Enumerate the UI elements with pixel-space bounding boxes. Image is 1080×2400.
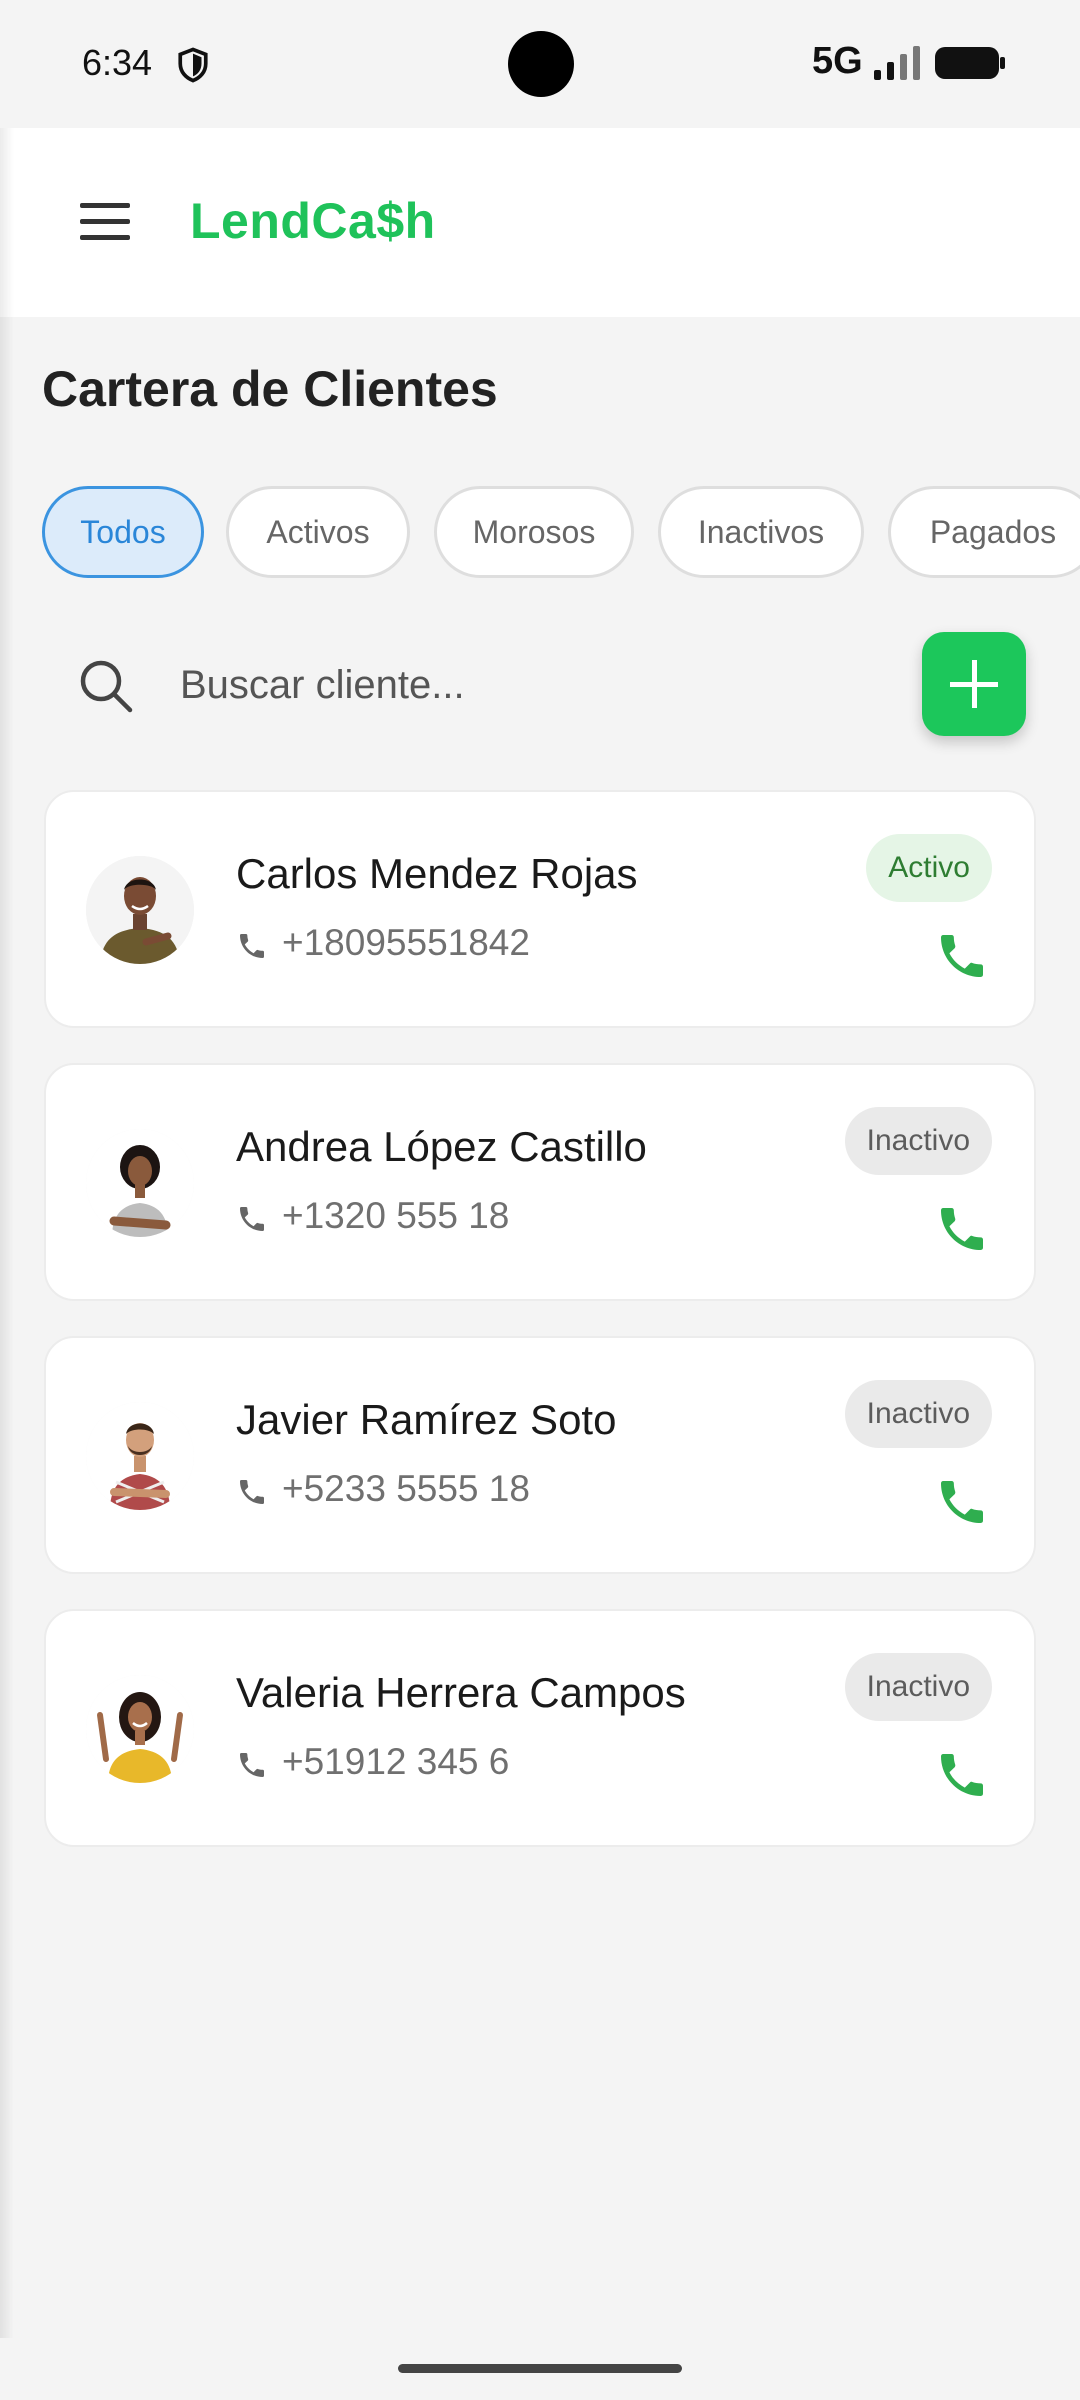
filter-chip-inactivos[interactable]: Inactivos xyxy=(658,486,864,578)
avatar xyxy=(86,1675,194,1783)
avatar xyxy=(86,1129,194,1237)
phone-icon xyxy=(240,1207,264,1231)
filter-chip-pagados[interactable]: Pagados xyxy=(888,486,1080,578)
filter-chip-todos[interactable]: Todos xyxy=(42,486,204,578)
client-card[interactable]: Andrea López Castillo +1320 555 18 Inact… xyxy=(44,1063,1036,1301)
phone-icon xyxy=(240,1753,264,1777)
call-icon[interactable] xyxy=(934,1201,990,1257)
filter-chips: Todos Activos Morosos Inactivos Pagados xyxy=(42,486,1080,578)
client-card[interactable]: Carlos Mendez Rojas +18095551842 Activo xyxy=(44,790,1036,1028)
drawer-edge-shadow xyxy=(0,128,14,2338)
avatar xyxy=(86,1402,194,1510)
search-icon xyxy=(80,660,133,713)
home-indicator[interactable] xyxy=(398,2364,682,2373)
client-phone: +1320 555 18 xyxy=(282,1195,510,1236)
client-card[interactable]: Valeria Herrera Campos +51912 345 6 Inac… xyxy=(44,1609,1036,1847)
app-title: LendCa$h xyxy=(190,193,436,249)
status-badge: Inactivo xyxy=(844,1107,992,1175)
camera-cutout xyxy=(508,31,574,97)
filter-chip-morosos[interactable]: Morosos xyxy=(434,486,634,578)
call-icon[interactable] xyxy=(934,1474,990,1530)
client-name: Valeria Herrera Campos xyxy=(236,1669,686,1716)
client-name: Carlos Mendez Rojas xyxy=(236,850,638,897)
network-type: 5G xyxy=(812,40,863,82)
menu-icon[interactable] xyxy=(80,203,130,241)
client-name: Andrea López Castillo xyxy=(236,1123,647,1170)
status-bar: 6:34 5G xyxy=(0,0,1080,128)
client-phone: +18095551842 xyxy=(282,922,530,963)
client-phone: +51912 345 6 xyxy=(282,1741,510,1782)
phone-icon xyxy=(240,934,264,958)
status-badge: Activo xyxy=(866,834,992,902)
status-badge: Inactivo xyxy=(844,1380,992,1448)
status-time: 6:34 xyxy=(82,42,153,83)
shield-icon xyxy=(178,47,208,83)
page-title: Cartera de Clientes xyxy=(42,361,498,417)
client-card[interactable]: Javier Ramírez Soto +5233 5555 18 Inacti… xyxy=(44,1336,1036,1574)
avatar xyxy=(86,856,194,964)
client-name: Javier Ramírez Soto xyxy=(236,1396,617,1443)
client-phone: +5233 5555 18 xyxy=(282,1468,530,1509)
app-bar xyxy=(0,128,1080,317)
status-badge: Inactivo xyxy=(844,1653,992,1721)
add-client-button[interactable] xyxy=(922,632,1026,736)
call-icon[interactable] xyxy=(934,1747,990,1803)
phone-icon xyxy=(240,1480,264,1504)
search-input[interactable] xyxy=(180,655,880,715)
call-icon[interactable] xyxy=(934,928,990,984)
filter-chip-activos[interactable]: Activos xyxy=(226,486,410,578)
signal-icon xyxy=(874,46,920,80)
battery-icon xyxy=(935,47,1005,79)
